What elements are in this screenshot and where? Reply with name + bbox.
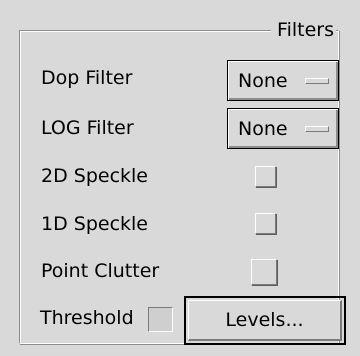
threshold-checkbox[interactable] bbox=[148, 307, 173, 332]
levels-button-label: Levels... bbox=[225, 309, 304, 331]
menu-indicator-icon bbox=[305, 126, 329, 132]
speckle-2d-label: 2D Speckle bbox=[41, 165, 148, 187]
point-clutter-checkbox[interactable] bbox=[251, 259, 277, 285]
dop-filter-label: Dop Filter bbox=[41, 67, 133, 89]
log-filter-label: LOG Filter bbox=[41, 117, 134, 139]
group-title: Filters bbox=[271, 17, 336, 43]
log-filter-value: None bbox=[238, 118, 288, 140]
speckle-1d-checkbox[interactable] bbox=[255, 213, 276, 234]
threshold-label: Threshold bbox=[40, 307, 134, 329]
menu-indicator-icon bbox=[305, 78, 329, 84]
levels-button[interactable]: Levels... bbox=[184, 296, 346, 345]
speckle-1d-label: 1D Speckle bbox=[41, 213, 148, 235]
log-filter-menu[interactable]: None bbox=[227, 108, 339, 149]
speckle-2d-checkbox[interactable] bbox=[255, 166, 276, 187]
dop-filter-menu[interactable]: None bbox=[227, 60, 339, 101]
point-clutter-label: Point Clutter bbox=[41, 260, 160, 282]
dop-filter-value: None bbox=[238, 70, 288, 92]
